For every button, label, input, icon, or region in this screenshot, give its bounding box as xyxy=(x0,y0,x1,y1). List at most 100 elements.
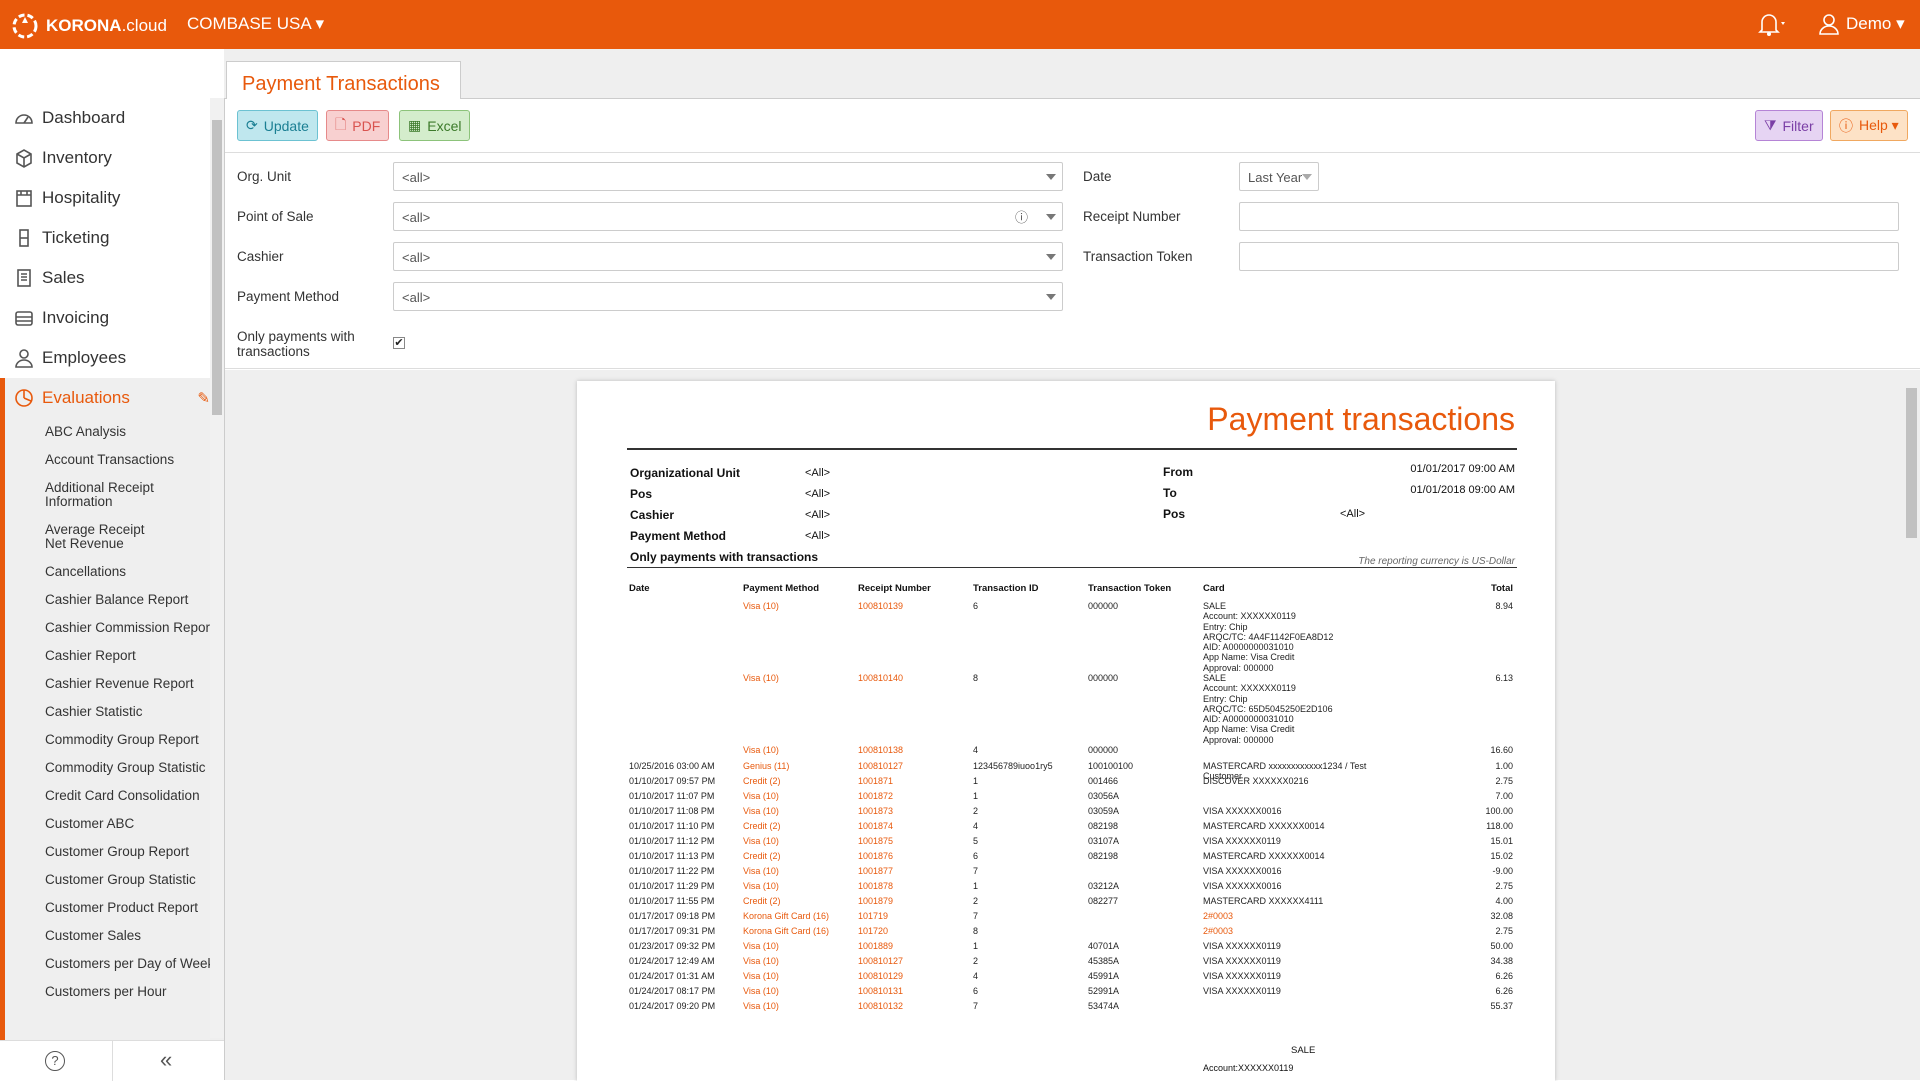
r-receipt[interactable]: 1001889 xyxy=(858,941,893,951)
sidebar-item-hospitality[interactable]: Hospitality xyxy=(0,178,224,218)
submenu-item[interactable]: Cashier Balance Report xyxy=(5,586,224,614)
r-receipt[interactable]: 1001873 xyxy=(858,806,893,816)
r-method[interactable]: Visa (10) xyxy=(743,601,779,611)
sidebar-item-inventory[interactable]: Inventory xyxy=(0,138,224,178)
r-method[interactable]: Visa (10) xyxy=(743,673,779,683)
pdf-button[interactable]: 🗋 PDF xyxy=(326,110,390,141)
r-method[interactable]: Visa (10) xyxy=(743,971,779,981)
r-method[interactable]: Credit (2) xyxy=(743,821,781,831)
submenu-item[interactable]: Customers per Day of Week xyxy=(5,950,224,978)
help-button[interactable]: ⓘ Help ▾ xyxy=(1830,110,1908,141)
notifications-bell-icon[interactable] xyxy=(1757,12,1787,41)
r-method[interactable]: Visa (10) xyxy=(743,881,779,891)
help-icon[interactable]: ? xyxy=(45,1051,65,1071)
r-method[interactable]: Korona Gift Card (16) xyxy=(743,911,829,921)
sidebar-item-evaluations[interactable]: Evaluations ✎ xyxy=(0,378,224,418)
info-icon[interactable]: ⓘ xyxy=(1015,207,1028,226)
r-receipt[interactable]: 1001875 xyxy=(858,836,893,846)
r-method[interactable]: Visa (10) xyxy=(743,806,779,816)
ticket-icon xyxy=(19,229,29,247)
r-date: 01/10/2017 11:08 PM xyxy=(629,806,715,816)
r-method[interactable]: Visa (10) xyxy=(743,791,779,801)
submenu-item[interactable]: ABC Analysis xyxy=(5,418,224,446)
submenu-item[interactable]: Additional Receipt Information xyxy=(5,474,165,516)
param-label: Cashier xyxy=(630,508,675,522)
r-card: VISA XXXXXX0016 xyxy=(1203,806,1282,816)
filter-button[interactable]: ⧩ Filter xyxy=(1755,110,1823,141)
org-unit-select[interactable]: <all> xyxy=(393,162,1063,191)
r-method[interactable]: Visa (10) xyxy=(743,1001,779,1011)
r-receipt[interactable]: 100810127 xyxy=(858,956,903,966)
korona-logo[interactable]: KORONA .cloud xyxy=(8,11,167,41)
r-receipt[interactable]: 1001871 xyxy=(858,776,893,786)
sidebar-item-ticketing[interactable]: Ticketing xyxy=(0,218,224,258)
r-method[interactable]: Credit (2) xyxy=(743,776,781,786)
submenu-item[interactable]: Customer ABC xyxy=(5,810,224,838)
submenu-item[interactable]: Cashier Report xyxy=(5,642,224,670)
receipt-number-input[interactable] xyxy=(1239,202,1899,231)
submenu-item[interactable]: Customer Sales xyxy=(5,922,224,950)
update-button[interactable]: ⟳ Update xyxy=(237,110,318,141)
r-receipt[interactable]: 1001876 xyxy=(858,851,893,861)
r-receipt[interactable]: 1001878 xyxy=(858,881,893,891)
submenu-item[interactable]: Commodity Group Report xyxy=(5,726,224,754)
r-method[interactable]: Visa (10) xyxy=(743,836,779,846)
r-receipt[interactable]: 1001879 xyxy=(858,896,893,906)
payment-method-select[interactable]: <all> xyxy=(393,282,1063,311)
r-receipt[interactable]: 1001874 xyxy=(858,821,893,831)
r-receipt[interactable]: 100810140 xyxy=(858,673,903,683)
r-receipt[interactable]: 100810139 xyxy=(858,601,903,611)
submenu-item[interactable]: Commodity Group Statistic xyxy=(5,754,224,782)
r-receipt[interactable]: 1001872 xyxy=(858,791,893,801)
r-receipt[interactable]: 100810138 xyxy=(858,745,903,755)
submenu-item[interactable]: Customer Group Report xyxy=(5,838,224,866)
submenu-item[interactable]: Customer Group Statistic xyxy=(5,866,224,894)
r-receipt[interactable]: 1001877 xyxy=(858,866,893,876)
excel-button[interactable]: ▦ Excel xyxy=(399,110,471,141)
r-receipt[interactable]: 100810131 xyxy=(858,986,903,996)
r-method[interactable]: Visa (10) xyxy=(743,986,779,996)
sidebar-scrollbar-thumb[interactable] xyxy=(212,120,222,415)
from-value: 01/01/2017 09:00 AM xyxy=(1410,463,1515,475)
submenu-item[interactable]: Cashier Statistic xyxy=(5,698,224,726)
r-receipt[interactable]: 101719 xyxy=(858,911,888,921)
r-receipt[interactable]: 100810127 xyxy=(858,761,903,771)
r-receipt[interactable]: 101720 xyxy=(858,926,888,936)
r-method[interactable]: Credit (2) xyxy=(743,851,781,861)
cashier-select[interactable]: <all> xyxy=(393,242,1063,271)
submenu-item[interactable]: Credit Card Consolidation xyxy=(5,782,224,810)
submenu-item[interactable]: Cashier Commission Report xyxy=(5,614,224,642)
submenu-item[interactable]: Average Receipt Net Revenue xyxy=(5,516,165,558)
submenu-item[interactable]: Cancellations xyxy=(5,558,224,586)
user-menu[interactable]: Demo ▾ xyxy=(1818,13,1905,35)
only-payments-checkbox[interactable]: ✔ xyxy=(393,337,405,349)
r-method[interactable]: Genius (11) xyxy=(743,761,789,771)
sidebar-item-sales[interactable]: Sales xyxy=(0,258,224,298)
submenu-item[interactable]: Customers per Hour xyxy=(5,978,224,1006)
submenu-item[interactable]: Account Transactions xyxy=(5,446,224,474)
r-receipt[interactable]: 100810129 xyxy=(858,971,903,981)
pos-value: <all> xyxy=(402,210,431,225)
report-viewer[interactable]: Payment transactions Organizational Unit… xyxy=(225,370,1920,1081)
report-scrollbar-thumb[interactable] xyxy=(1906,388,1917,538)
submenu-item[interactable]: Cashier Revenue Report xyxy=(5,670,224,698)
sidebar-item-employees[interactable]: Employees xyxy=(0,338,224,378)
edit-pencil-icon[interactable]: ✎ xyxy=(197,389,210,407)
org-unit-value: <all> xyxy=(402,170,431,185)
pos-select[interactable]: <all> ⓘ xyxy=(393,202,1063,231)
sidebar-item-dashboard[interactable]: Dashboard xyxy=(0,98,224,138)
r-method[interactable]: Visa (10) xyxy=(743,941,779,951)
r-method[interactable]: Visa (10) xyxy=(743,745,779,755)
r-receipt[interactable]: 100810132 xyxy=(858,1001,903,1011)
tab-payment-transactions[interactable]: Payment Transactions xyxy=(226,61,461,101)
r-method[interactable]: Visa (10) xyxy=(743,866,779,876)
collapse-sidebar-icon[interactable]: « xyxy=(160,1047,172,1073)
company-selector[interactable]: COMBASE USA ▾ xyxy=(187,14,324,34)
r-method[interactable]: Korona Gift Card (16) xyxy=(743,926,829,936)
date-select[interactable]: Last Year xyxy=(1239,162,1319,191)
r-method[interactable]: Credit (2) xyxy=(743,896,781,906)
sidebar-item-invoicing[interactable]: Invoicing xyxy=(0,298,224,338)
transaction-token-input[interactable] xyxy=(1239,242,1899,271)
submenu-item[interactable]: Customer Product Report xyxy=(5,894,224,922)
r-method[interactable]: Visa (10) xyxy=(743,956,779,966)
